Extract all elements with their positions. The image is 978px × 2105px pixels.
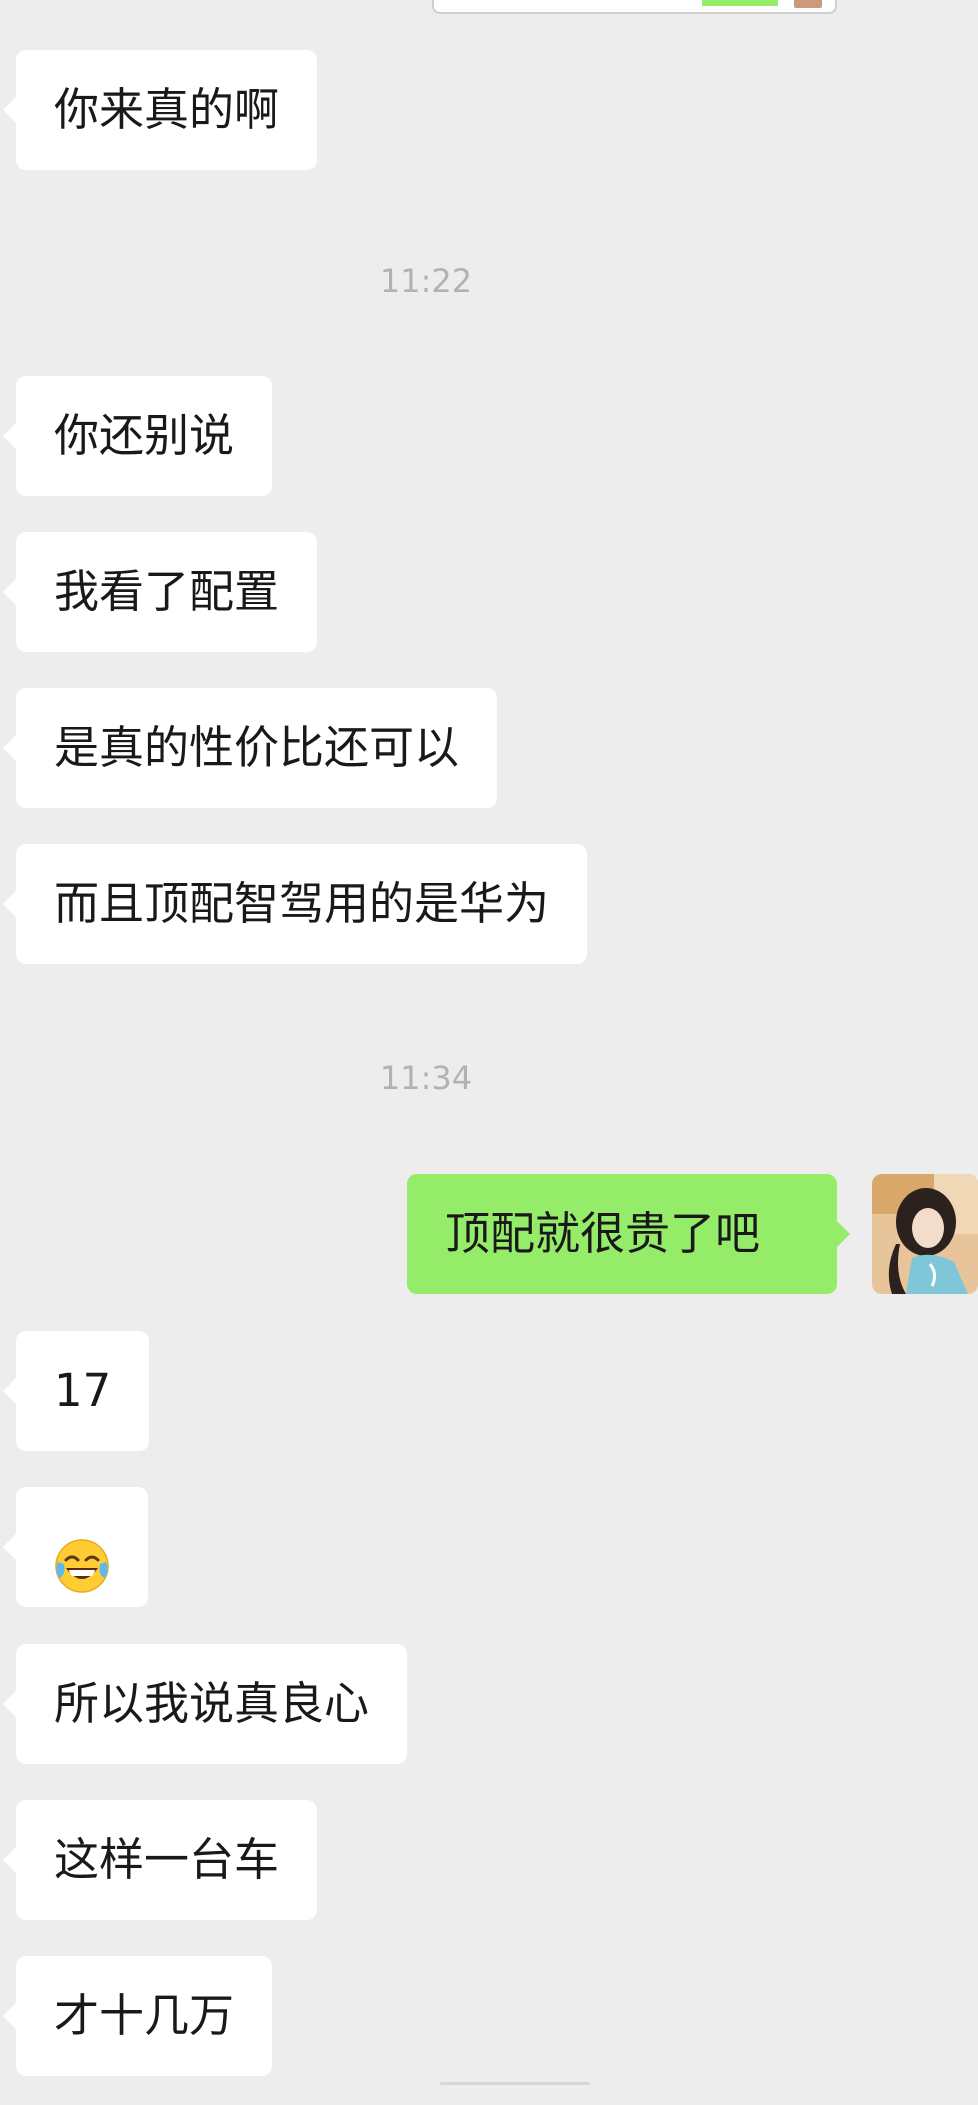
timestamp: 11:22	[379, 262, 473, 300]
message-bubble-incoming[interactable]: 你还别说	[2, 376, 273, 496]
message-bubble-incoming[interactable]: 这样一台车	[2, 1800, 318, 1920]
message-text: 顶配就很贵了吧	[445, 1207, 761, 1260]
message-text: 你来真的啊	[54, 83, 280, 136]
user-avatar[interactable]	[872, 1174, 978, 1294]
message-text: 我看了配置	[54, 565, 280, 618]
message-bubble-incoming[interactable]: 我看了配置	[2, 532, 318, 652]
message-text: 17	[54, 1364, 112, 1417]
tears-of-joy-icon	[54, 1519, 110, 1593]
message-bubble-incoming[interactable]: 是真的性价比还可以	[2, 688, 498, 808]
message-text: 这样一台车	[54, 1833, 280, 1886]
message-bubble-incoming[interactable]	[3, 1487, 148, 1607]
message-bubble-incoming[interactable]: 才十几万	[2, 1956, 273, 2076]
previous-message-green-strip	[702, 0, 778, 6]
timestamp: 11:34	[379, 1059, 473, 1097]
watermark-strip	[440, 2082, 590, 2085]
message-bubble-outgoing[interactable]: 顶配就很贵了吧	[407, 1174, 850, 1294]
previous-message-thumbnail	[794, 0, 822, 8]
message-bubble-incoming[interactable]: 你来真的啊	[2, 50, 318, 170]
chat-message-list[interactable]: 你来真的啊 11:22 你还别说 我看了配置 是真的性价比还可以 而且顶配智驾用…	[0, 0, 978, 2105]
avatar-image	[872, 1174, 978, 1294]
previous-message-edge	[432, 0, 837, 14]
message-text: 你还别说	[54, 409, 235, 462]
message-bubble-incoming[interactable]: 而且顶配智驾用的是华为	[2, 844, 588, 964]
message-text: 才十几万	[54, 1989, 235, 2042]
message-text: 而且顶配智驾用的是华为	[54, 877, 550, 930]
message-bubble-incoming[interactable]: 所以我说真良心	[2, 1644, 408, 1764]
message-text: 是真的性价比还可以	[54, 721, 460, 774]
message-bubble-incoming[interactable]: 17	[2, 1331, 150, 1451]
message-text: 所以我说真良心	[54, 1677, 370, 1730]
